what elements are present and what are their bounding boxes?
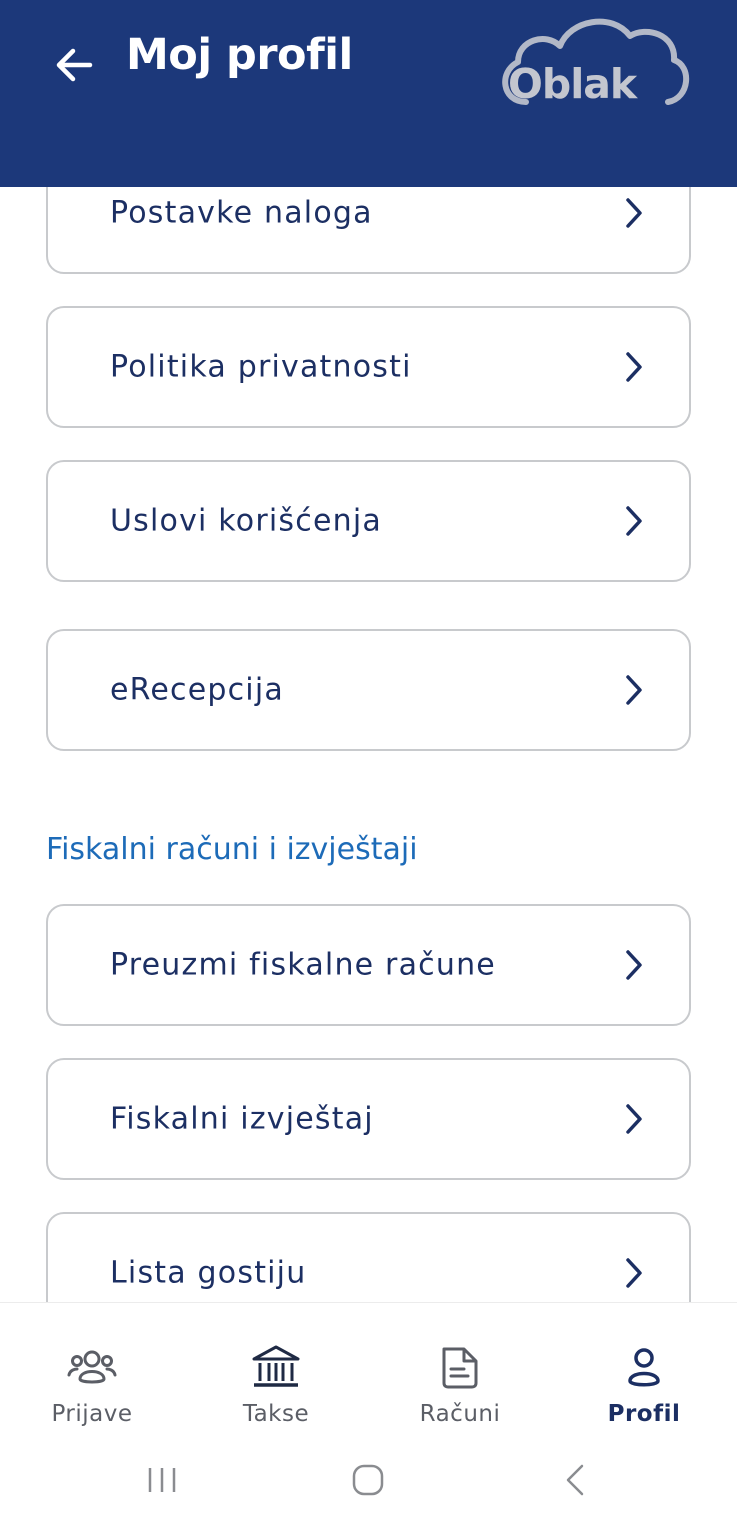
nav-tab-takse[interactable]: Takse <box>184 1303 368 1443</box>
user-icon <box>628 1348 660 1387</box>
menu-item-label: Lista gostiju <box>110 1255 307 1291</box>
chevron-right-icon <box>626 198 642 228</box>
chevron-right-icon <box>626 352 642 382</box>
chevron-right-icon <box>626 506 642 536</box>
nav-label: Profil <box>607 1401 681 1427</box>
menu-item-label: Politika privatnosti <box>110 349 412 385</box>
fiscal-report-item[interactable]: Fiskalni izvještaj <box>46 1058 691 1180</box>
menu-item-label: eRecepcija <box>110 672 284 708</box>
back-arrow-icon[interactable] <box>50 40 100 90</box>
page-title: Moj profil <box>126 30 353 80</box>
nav-label: Računi <box>419 1401 501 1427</box>
oblak-logo: Oblak <box>496 10 696 118</box>
logo-text: Oblak <box>508 60 637 108</box>
privacy-policy-item[interactable]: Politika privatnosti <box>46 306 691 428</box>
back-icon[interactable] <box>556 1460 596 1500</box>
guest-list-item[interactable]: Lista gostiju <box>46 1212 691 1302</box>
bank-icon <box>252 1345 300 1387</box>
nav-label: Takse <box>242 1401 310 1427</box>
users-icon <box>67 1350 117 1384</box>
menu-item-label: Preuzmi fiskalne račune <box>110 947 496 983</box>
home-icon[interactable] <box>348 1460 388 1500</box>
nav-tab-profil[interactable]: Profil <box>552 1303 736 1443</box>
menu-item-label: Uslovi korišćenja <box>110 503 382 539</box>
nav-label: Prijave <box>51 1401 133 1427</box>
chevron-right-icon <box>626 1258 642 1288</box>
menu-item-label: Fiskalni izvještaj <box>110 1101 374 1137</box>
fiscal-section-title: Fiskalni računi i izvještaji <box>46 832 418 867</box>
chevron-right-icon <box>626 950 642 980</box>
terms-of-use-item[interactable]: Uslovi korišćenja <box>46 460 691 582</box>
chevron-right-icon <box>626 675 642 705</box>
profile-menu-list: Postavke naloga Politika privatnosti Usl… <box>0 0 737 1302</box>
menu-item-label: Postavke naloga <box>110 195 373 231</box>
nav-tab-racuni[interactable]: Računi <box>368 1303 552 1443</box>
document-icon <box>442 1347 478 1389</box>
chevron-right-icon <box>626 1104 642 1134</box>
nav-tab-prijave[interactable]: Prijave <box>0 1303 184 1443</box>
ereception-item[interactable]: eRecepcija <box>46 629 691 751</box>
recent-apps-icon[interactable] <box>142 1460 182 1500</box>
app-header: Moj profil Oblak <box>0 0 737 187</box>
download-fiscal-receipts-item[interactable]: Preuzmi fiskalne račune <box>46 904 691 1026</box>
system-navigation-bar <box>0 1445 737 1515</box>
